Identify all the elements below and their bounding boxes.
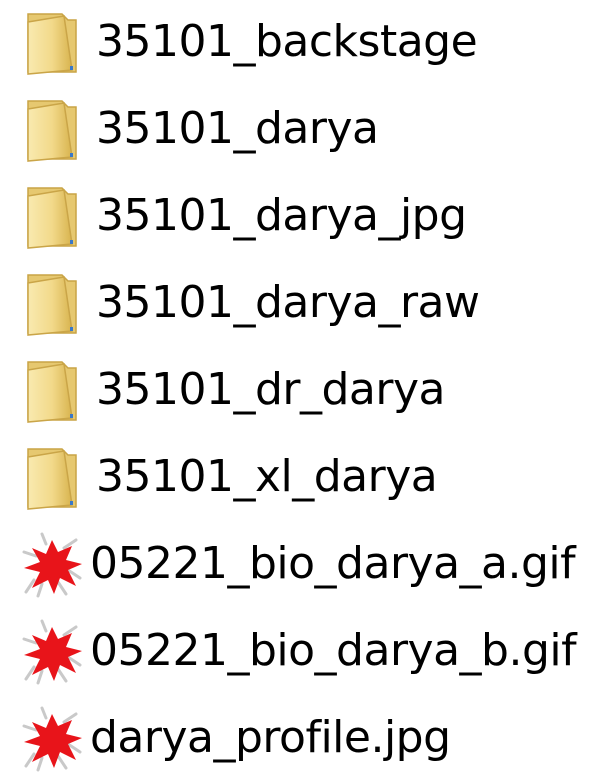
file-item-image[interactable]: 05221_bio_darya_a.gif bbox=[0, 522, 599, 608]
folder-icon bbox=[18, 182, 90, 254]
folder-icon bbox=[18, 443, 90, 515]
file-item-folder[interactable]: 35101_backstage bbox=[0, 0, 599, 86]
file-item-folder[interactable]: 35101_darya_jpg bbox=[0, 174, 599, 260]
file-name: darya_profile.jpg bbox=[90, 712, 451, 763]
folder-icon bbox=[18, 269, 90, 341]
file-item-image[interactable]: 05221_bio_darya_b.gif bbox=[0, 609, 599, 695]
file-name: 05221_bio_darya_a.gif bbox=[90, 538, 576, 589]
folder-icon bbox=[18, 95, 90, 167]
file-name: 35101_xl_darya bbox=[96, 451, 438, 502]
file-name: 35101_darya_raw bbox=[96, 277, 480, 328]
file-item-image[interactable]: darya_profile.jpg bbox=[0, 696, 599, 782]
file-item-folder[interactable]: 35101_dr_darya bbox=[0, 348, 599, 434]
file-name: 05221_bio_darya_b.gif bbox=[90, 625, 577, 676]
file-item-folder[interactable]: 35101_xl_darya bbox=[0, 435, 599, 521]
file-item-folder[interactable]: 35101_darya_raw bbox=[0, 261, 599, 347]
file-name: 35101_dr_darya bbox=[96, 364, 445, 415]
image-file-icon bbox=[18, 617, 90, 689]
file-item-folder[interactable]: 35101_darya bbox=[0, 87, 599, 173]
folder-icon bbox=[18, 8, 90, 80]
folder-icon bbox=[18, 356, 90, 428]
file-name: 35101_darya_jpg bbox=[96, 190, 467, 241]
file-list: 35101_backstage 35101_darya 35101_darya_… bbox=[0, 0, 599, 778]
file-name: 35101_backstage bbox=[96, 16, 478, 67]
file-name: 35101_darya bbox=[96, 103, 379, 154]
image-file-icon bbox=[18, 530, 90, 602]
image-file-icon bbox=[18, 704, 90, 776]
